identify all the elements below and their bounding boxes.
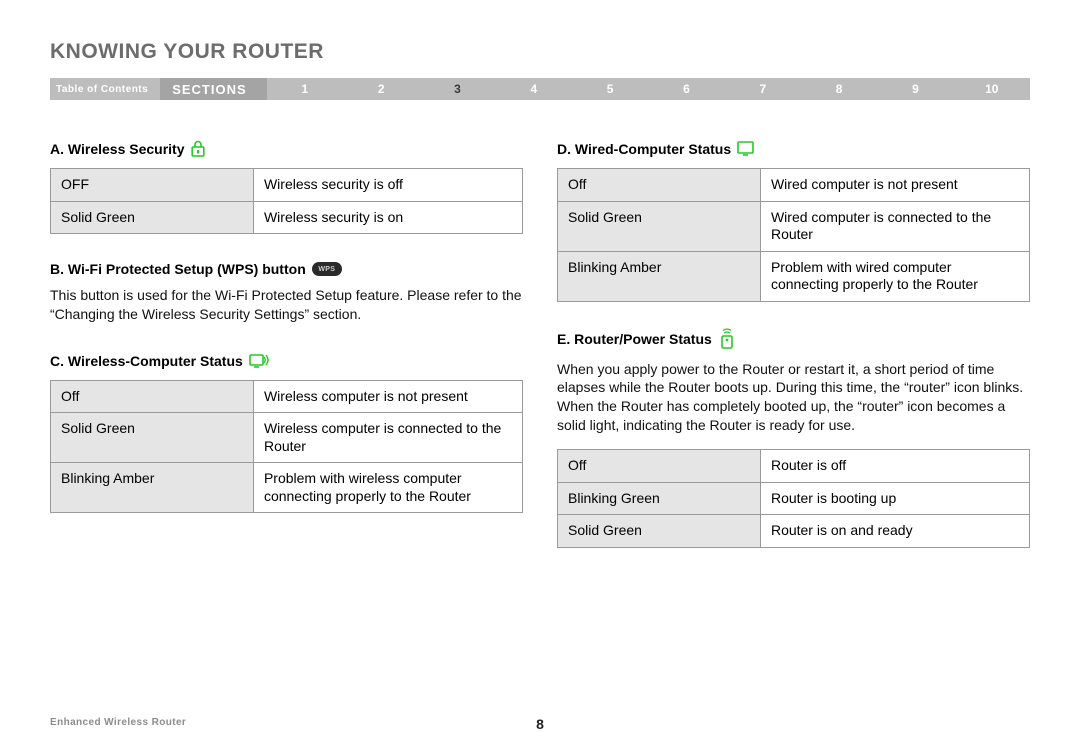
section-c-table: Off Wireless computer is not present Sol… [50, 380, 523, 514]
table-row: Solid Green Wireless security is on [51, 201, 523, 234]
nav-1[interactable]: 1 [267, 78, 343, 100]
table-row: Off Wired computer is not present [558, 169, 1030, 202]
table-row: Solid Green Wireless computer is connect… [51, 413, 523, 463]
left-column: A. Wireless Security OFF Wireless securi… [50, 140, 523, 548]
section-b-note: This button is used for the Wi-Fi Protec… [50, 286, 523, 324]
cell-desc: Router is booting up [760, 482, 1029, 515]
cell-desc: Router is on and ready [760, 515, 1029, 548]
section-b-head: B. Wi-Fi Protected Setup (WPS) button WP… [50, 262, 523, 276]
page-footer: Enhanced Wireless Router 8 [50, 716, 1030, 728]
nav-sections-label: SECTIONS [160, 78, 266, 100]
section-e-note: When you apply power to the Router or re… [557, 360, 1030, 436]
nav-6[interactable]: 6 [648, 78, 724, 100]
cell-desc: Problem with wireless computer connectin… [253, 463, 522, 513]
nav-5[interactable]: 5 [572, 78, 648, 100]
table-row: Solid Green Wired computer is connected … [558, 201, 1030, 251]
table-row: Off Router is off [558, 450, 1030, 483]
cell-state: Off [558, 450, 761, 483]
cell-desc: Problem with wired computer connecting p… [760, 251, 1029, 301]
section-b-label: B. Wi-Fi Protected Setup (WPS) button [50, 262, 306, 276]
page-title: KNOWING YOUR ROUTER [50, 40, 1030, 64]
cell-desc: Wireless security is off [253, 169, 522, 202]
cell-state: Solid Green [558, 201, 761, 251]
cell-state: OFF [51, 169, 254, 202]
section-c-head: C. Wireless-Computer Status [50, 352, 523, 370]
nav-10[interactable]: 10 [954, 78, 1030, 100]
cell-desc: Wireless security is on [253, 201, 522, 234]
section-d-head: D. Wired-Computer Status [557, 140, 1030, 158]
nav-7[interactable]: 7 [725, 78, 801, 100]
section-a-head: A. Wireless Security [50, 140, 523, 158]
table-row: OFF Wireless security is off [51, 169, 523, 202]
wps-button-icon: WPS [312, 262, 342, 276]
right-column: D. Wired-Computer Status Off Wired compu… [557, 140, 1030, 548]
table-row: Blinking Amber Problem with wireless com… [51, 463, 523, 513]
lock-icon [191, 140, 205, 158]
cell-state: Blinking Green [558, 482, 761, 515]
router-icon [718, 328, 736, 350]
section-c-label: C. Wireless-Computer Status [50, 354, 243, 368]
footer-page-number: 8 [50, 716, 1030, 732]
table-row: Blinking Green Router is booting up [558, 482, 1030, 515]
nav-toc[interactable]: Table of Contents [50, 78, 160, 100]
section-e-table: Off Router is off Blinking Green Router … [557, 449, 1030, 548]
nav-8[interactable]: 8 [801, 78, 877, 100]
wireless-computer-icon [249, 352, 269, 370]
cell-state: Blinking Amber [558, 251, 761, 301]
cell-desc: Wireless computer is not present [253, 380, 522, 413]
section-nav: Table of Contents SECTIONS 1 2 3 4 5 6 7… [50, 78, 1030, 100]
cell-state: Solid Green [51, 413, 254, 463]
cell-state: Off [558, 169, 761, 202]
table-row: Solid Green Router is on and ready [558, 515, 1030, 548]
section-a-table: OFF Wireless security is off Solid Green… [50, 168, 523, 234]
cell-desc: Wired computer is connected to the Route… [760, 201, 1029, 251]
table-row: Off Wireless computer is not present [51, 380, 523, 413]
table-row: Blinking Amber Problem with wired comput… [558, 251, 1030, 301]
section-e-head: E. Router/Power Status [557, 328, 1030, 350]
cell-state: Solid Green [558, 515, 761, 548]
nav-4[interactable]: 4 [496, 78, 572, 100]
cell-desc: Wired computer is not present [760, 169, 1029, 202]
cell-state: Off [51, 380, 254, 413]
nav-2[interactable]: 2 [343, 78, 419, 100]
section-d-label: D. Wired-Computer Status [557, 142, 731, 156]
wired-computer-icon [737, 140, 757, 158]
section-d-table: Off Wired computer is not present Solid … [557, 168, 1030, 302]
cell-desc: Router is off [760, 450, 1029, 483]
nav-3[interactable]: 3 [419, 78, 495, 100]
section-e-label: E. Router/Power Status [557, 332, 712, 346]
nav-9[interactable]: 9 [877, 78, 953, 100]
cell-desc: Wireless computer is connected to the Ro… [253, 413, 522, 463]
section-a-label: A. Wireless Security [50, 142, 185, 156]
cell-state: Solid Green [51, 201, 254, 234]
cell-state: Blinking Amber [51, 463, 254, 513]
